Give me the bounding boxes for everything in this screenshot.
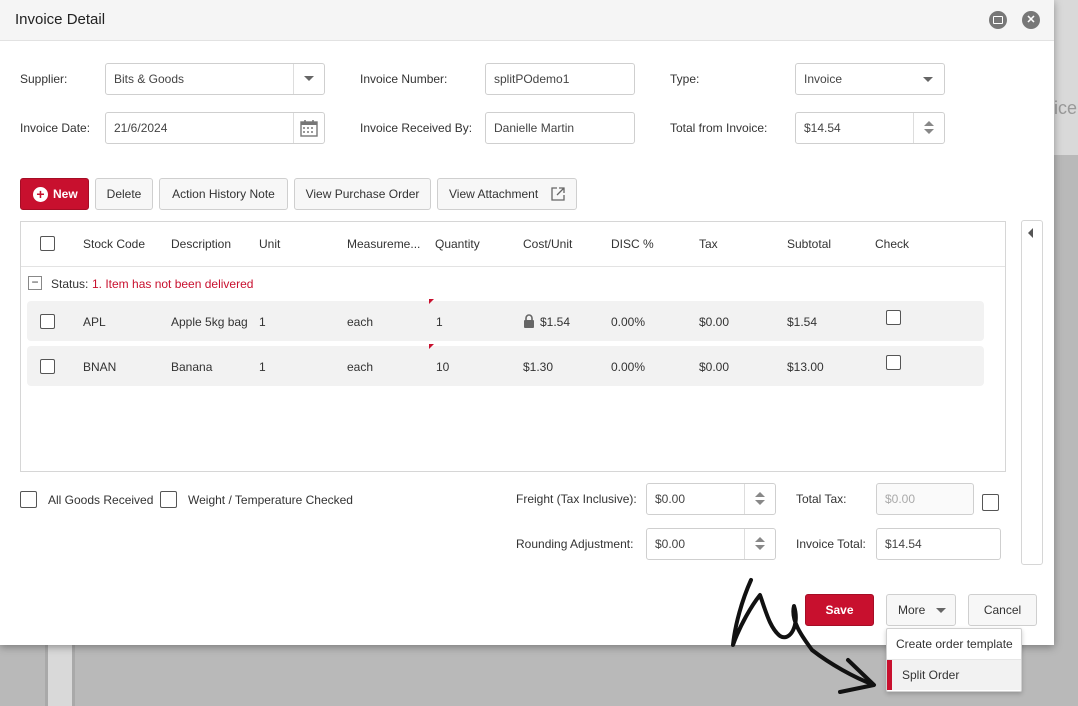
annotation-arrow-icon bbox=[731, 578, 876, 694]
